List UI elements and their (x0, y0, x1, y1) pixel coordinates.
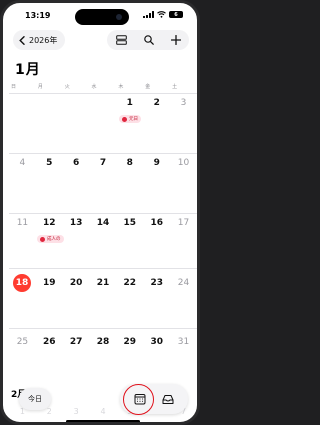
event-dot-icon (122, 116, 127, 122)
month-title: 1月 (15, 62, 41, 78)
event-chip[interactable]: 成人の (37, 235, 64, 243)
today-button[interactable]: 今日 (19, 388, 51, 410)
weekday-label: 金 (145, 84, 151, 90)
event-dot-icon (40, 236, 45, 242)
week-row: 4 5 6 7 8 9 10 (9, 153, 197, 213)
status-bar: 13:19 6 (3, 9, 197, 25)
home-indicator[interactable] (66, 420, 140, 422)
system-indicators: 6 (143, 11, 183, 18)
week-row: 25 26 27 28 29 30 31 (9, 328, 197, 388)
day-cell[interactable]: 28 (90, 337, 117, 347)
back-to-year-button[interactable]: 2026年 (13, 30, 66, 50)
weekday-label: 日 (11, 84, 17, 90)
inbox-icon (162, 394, 174, 404)
back-button-label: 2026年 (29, 35, 58, 45)
week-row: 1 2 3 元日 (9, 93, 197, 153)
week-row: 18 19 20 21 22 23 24 (9, 268, 197, 328)
day-cell[interactable]: 19 (36, 278, 63, 288)
weekday-label: 水 (91, 84, 97, 90)
day-cell[interactable]: 4 (9, 158, 36, 168)
day-cell[interactable]: 23 (143, 278, 170, 288)
week-row: 11 12 13 14 15 16 17 成人の (9, 213, 197, 273)
day-cell[interactable]: 3 (63, 407, 90, 416)
plus-icon (170, 35, 181, 45)
day-cell[interactable]: 7 (90, 158, 117, 168)
status-time: 13:19 (25, 11, 51, 20)
event-label: 成人の (47, 237, 61, 242)
day-cell[interactable]: 12 (36, 218, 63, 228)
day-cell[interactable]: 25 (9, 337, 36, 347)
day-cell[interactable]: 26 (36, 337, 63, 347)
day-cell[interactable]: 10 (170, 158, 197, 168)
inbox-tab-button[interactable] (156, 387, 180, 411)
weekday-header: 日 月 火 水 木 金 土 (9, 83, 197, 90)
day-cell[interactable]: 13 (63, 218, 90, 228)
today-marker[interactable]: 18 (13, 274, 31, 292)
day-cell[interactable]: 30 (143, 337, 170, 347)
calendars-list-icon (115, 35, 127, 45)
nav-actions (107, 30, 189, 50)
day-cell[interactable]: 1 (116, 98, 143, 108)
day-cell[interactable]: 5 (36, 158, 63, 168)
event-label: 元日 (129, 117, 138, 122)
day-cell[interactable]: 27 (63, 337, 90, 347)
day-cell[interactable]: 31 (170, 337, 197, 347)
day-cell[interactable]: 6 (63, 158, 90, 168)
day-cell[interactable]: 29 (116, 337, 143, 347)
weekday-label: 月 (37, 84, 43, 90)
day-cell[interactable]: 16 (143, 218, 170, 228)
day-cell[interactable]: 22 (116, 278, 143, 288)
chevron-left-icon (19, 35, 25, 45)
day-cell[interactable]: 2 (143, 98, 170, 108)
search-icon (143, 35, 154, 45)
day-cell[interactable]: 17 (170, 218, 197, 228)
dynamic-island (75, 9, 129, 25)
nav-bar: 2026年 (9, 29, 191, 51)
day-cell[interactable]: 15 (116, 218, 143, 228)
day-cell[interactable]: 20 (63, 278, 90, 288)
event-chip[interactable]: 元日 (119, 115, 141, 123)
day-cell[interactable]: 4 (90, 407, 117, 416)
battery-icon: 6 (169, 11, 183, 18)
day-cell[interactable]: 8 (116, 158, 143, 168)
day-cell[interactable]: 3 (170, 98, 197, 108)
calendars-list-button[interactable] (115, 35, 127, 45)
day-cell[interactable]: 21 (90, 278, 117, 288)
day-cell[interactable]: 14 (90, 218, 117, 228)
camera-icon (116, 14, 122, 20)
add-event-button[interactable] (170, 35, 181, 45)
phone-screen: 13:19 6 2026年 1月 日 月 火 水 木 金 土 1 2 3 元日 … (0, 0, 200, 425)
day-cell[interactable]: 11 (9, 218, 36, 228)
day-cell[interactable]: 24 (170, 278, 197, 288)
day-cell[interactable]: 9 (143, 158, 170, 168)
wifi-icon (157, 11, 166, 18)
weekday-label: 木 (118, 84, 124, 90)
weekday-label: 土 (172, 84, 178, 90)
highlight-ring (123, 384, 154, 415)
signal-icon (143, 11, 154, 18)
search-button[interactable] (143, 35, 154, 45)
weekday-label: 火 (64, 84, 70, 90)
